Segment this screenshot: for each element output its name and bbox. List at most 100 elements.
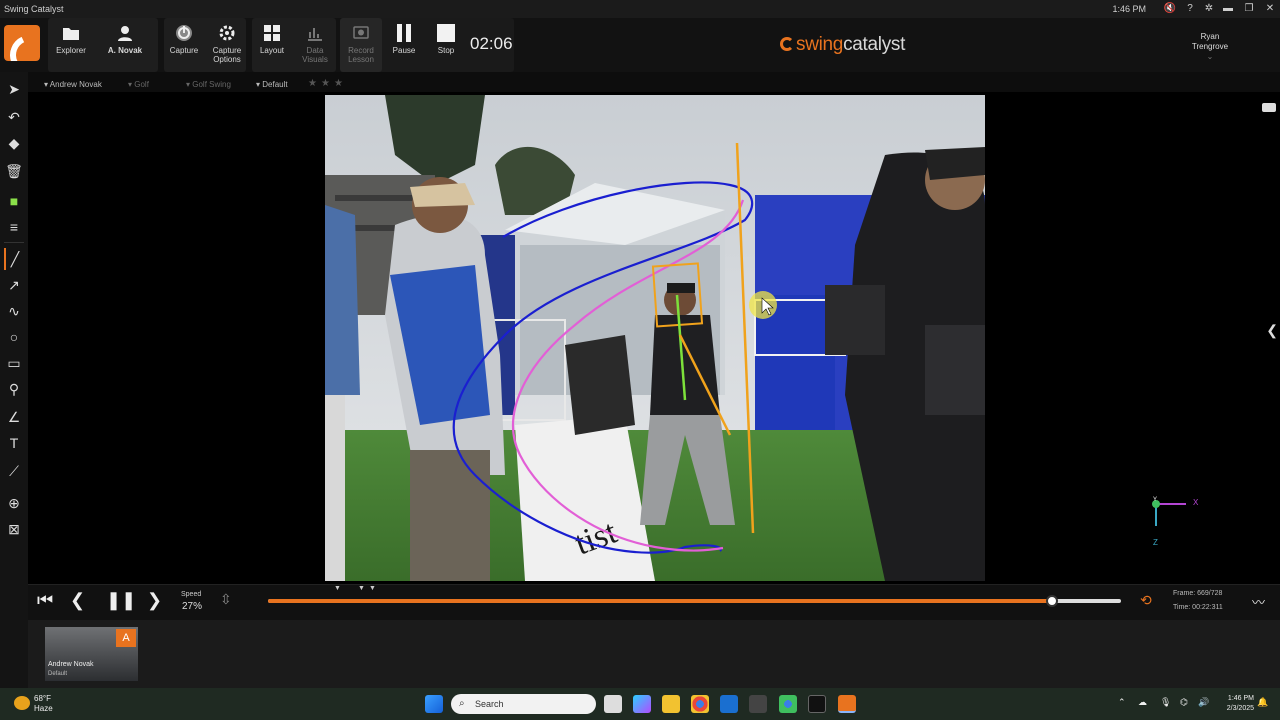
capture-button[interactable]: Capture — [164, 22, 204, 72]
color-picker-icon[interactable]: ■ — [4, 190, 24, 212]
weather-widget[interactable]: 68°F Haze — [14, 694, 53, 714]
data-visuals-label-2: Visuals — [302, 55, 328, 64]
loop-icon[interactable]: ⟲ — [1140, 592, 1152, 609]
record-lesson-button[interactable]: Record Lesson — [341, 22, 381, 72]
task-view-icon[interactable] — [604, 695, 622, 713]
step-back-icon[interactable]: ❮ — [70, 590, 85, 611]
frame-counter: Frame: 669/728 — [1173, 590, 1223, 597]
breadcrumb-view[interactable]: ▾ Default — [256, 80, 288, 89]
volume-icon[interactable]: 🔊 — [1198, 697, 1209, 708]
keyframe-marker-icon[interactable]: ▼ — [358, 585, 365, 592]
trash-icon[interactable]: 🗑 — [4, 160, 24, 182]
chrome-profile-icon[interactable] — [779, 695, 797, 713]
axis-gizmo: Y X Z — [1148, 496, 1208, 547]
video-frame[interactable]: tist — [325, 95, 985, 581]
clip-slot-badge: A — [116, 629, 136, 647]
camera-icon[interactable] — [1262, 103, 1276, 112]
rating-star-icon[interactable]: ★ — [321, 78, 330, 89]
toolbar-divider — [4, 242, 24, 243]
chevron-up-icon[interactable]: ⌃ — [1118, 697, 1126, 708]
grid-icon — [264, 25, 280, 41]
main-toolbar: Explorer A. Novak Capture Capture Option… — [0, 18, 1280, 72]
polyline-tool-icon[interactable]: ⚲ — [4, 378, 24, 400]
explorer-button[interactable]: Explorer — [51, 22, 91, 72]
stop-button[interactable]: Stop — [426, 22, 466, 72]
crosshair-icon[interactable]: ⊠ — [4, 518, 24, 540]
capture-options-label-2: Options — [213, 55, 241, 64]
windows-start-icon[interactable] — [425, 695, 443, 713]
layout-button[interactable]: Layout — [252, 22, 292, 72]
breadcrumb-sport[interactable]: ▾ Golf — [128, 80, 149, 89]
system-clock[interactable]: 1:46 PM 2/3/2025 — [1216, 694, 1254, 714]
swing-catalyst-taskbar-icon[interactable] — [838, 695, 856, 713]
close-icon[interactable]: ✕ — [1262, 2, 1278, 16]
mute-icon[interactable]: 🔇 — [1162, 2, 1178, 16]
freehand-tool-icon[interactable]: ∿ — [4, 300, 24, 322]
text-tool-icon[interactable]: T — [4, 432, 24, 454]
account-menu[interactable]: Ryan Trengrove ⌄ — [1180, 32, 1240, 62]
pause-label: Pause — [392, 46, 416, 55]
keyframe-marker-icon[interactable]: ▼ — [334, 585, 341, 592]
brand-catalyst: catalyst — [843, 34, 906, 55]
breadcrumb-player[interactable]: ▾ Andrew Novak — [44, 80, 102, 89]
zoom-icon[interactable]: ⊕ — [4, 492, 24, 514]
account-first-name: Ryan — [1200, 32, 1220, 41]
restore-icon[interactable]: ❐ — [1241, 2, 1257, 16]
minimize-icon[interactable]: ▬ — [1220, 2, 1236, 16]
network-icon[interactable]: ⌬ — [1180, 697, 1188, 708]
undo-icon[interactable]: ↶ — [4, 106, 24, 128]
record-icon — [353, 26, 369, 39]
skip-start-icon[interactable]: ⏮ — [37, 590, 53, 611]
pointer-icon[interactable]: ➤ — [4, 78, 24, 100]
brand-swing: swing — [796, 34, 844, 55]
file-explorer-icon[interactable] — [662, 695, 680, 713]
capture-options-button[interactable]: Capture Options — [207, 22, 247, 72]
notification-icon[interactable]: 🔔 — [1257, 697, 1268, 708]
layout-label: Layout — [259, 46, 285, 55]
pause-button[interactable]: Pause — [384, 22, 424, 72]
title-bar: Swing Catalyst 1:46 PM 🔇 ? ✲ ▬ ❐ ✕ — [0, 0, 1280, 18]
rectangle-tool-icon[interactable]: ▭ — [4, 352, 24, 374]
user-profile-button[interactable]: A. Novak — [105, 22, 145, 72]
play-pause-icon[interactable]: ❚❚ — [106, 590, 136, 611]
eraser-icon[interactable]: ◆ — [4, 132, 24, 154]
circle-tool-icon[interactable]: ○ — [4, 326, 24, 348]
rating-star-icon[interactable]: ★ — [308, 78, 317, 89]
clip-name: Andrew Novak — [48, 661, 94, 668]
explorer-label: Explorer — [56, 46, 86, 55]
outlook-icon[interactable] — [720, 695, 738, 713]
angle-tool-icon[interactable]: ∠ — [4, 406, 24, 428]
line-width-icon[interactable]: ≡ — [4, 216, 24, 238]
ruler-tool-icon[interactable]: ⟋ — [4, 460, 24, 482]
weather-sun-icon — [14, 696, 30, 710]
trim-icon[interactable]: ⇳ — [220, 591, 232, 608]
microphone-icon[interactable]: 🎙 — [1160, 697, 1171, 708]
step-forward-icon[interactable]: ❯ — [147, 590, 162, 611]
arrow-tool-icon[interactable]: ↗ — [4, 274, 24, 296]
search-icon: ⌕ — [459, 698, 465, 709]
terminal-icon[interactable] — [808, 695, 826, 713]
copilot-icon[interactable] — [633, 695, 651, 713]
chrome-icon[interactable] — [691, 695, 709, 713]
calculator-icon[interactable] — [749, 695, 767, 713]
speed-value[interactable]: 27% — [182, 601, 202, 612]
settings-icon[interactable]: ✲ — [1201, 2, 1217, 16]
line-tool-icon[interactable]: ╱ — [4, 248, 24, 270]
breadcrumb: ▾ Andrew Novak ▾ Golf ▾ Golf Swing ▾ Def… — [28, 76, 1280, 92]
waveform-icon[interactable]: 〰 — [1252, 592, 1265, 611]
taskbar-search[interactable]: ⌕ Search — [451, 694, 596, 714]
cloud-icon[interactable]: ☁ — [1138, 697, 1147, 708]
clip-tray — [28, 620, 1280, 688]
chevron-left-icon[interactable]: ❮ — [1266, 322, 1278, 339]
capture-options-label-1: Capture — [212, 46, 242, 55]
app-logo[interactable] — [4, 25, 40, 61]
breadcrumb-category[interactable]: ▾ Golf Swing — [186, 80, 231, 89]
data-visuals-button[interactable]: Data Visuals — [295, 22, 335, 72]
stop-label: Stop — [437, 46, 455, 55]
timeline-scrubber[interactable] — [1045, 595, 1058, 607]
brand-logo: swingcatalyst — [780, 34, 905, 56]
keyframe-marker-icon[interactable]: ▼ — [369, 585, 376, 592]
help-icon[interactable]: ? — [1182, 2, 1198, 16]
chevron-down-icon: ⌄ — [1206, 52, 1214, 61]
rating-star-icon[interactable]: ★ — [334, 78, 343, 89]
